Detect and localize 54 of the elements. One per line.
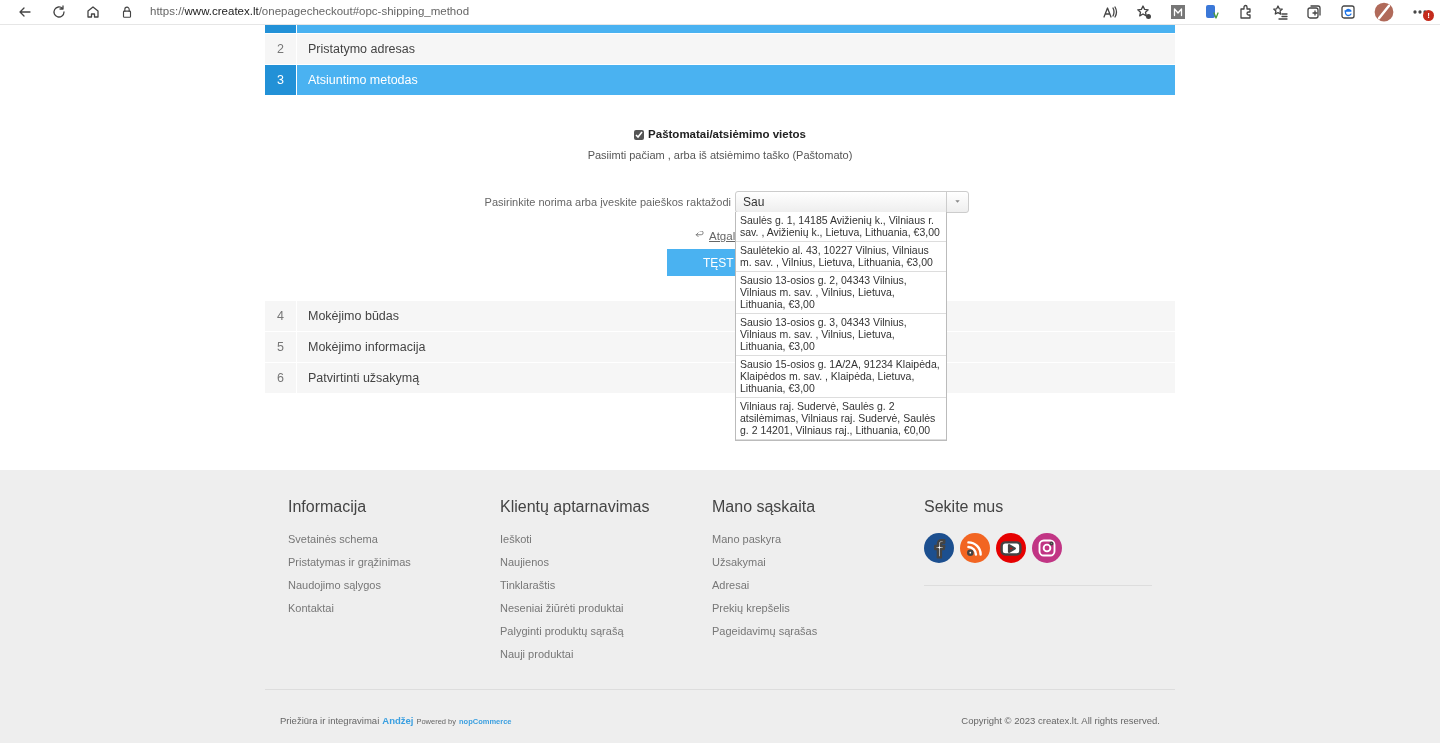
copyright-text: Copyright © 2023 createx.lt. All rights reserved. — [961, 714, 1160, 728]
footer-link[interactable]: Ieškoti — [500, 533, 532, 546]
column-heading: Sekite mus — [924, 497, 1005, 517]
dropdown-caret-icon — [954, 198, 961, 206]
notification-badge: ! — [1423, 10, 1434, 21]
column-heading: Mano sąskaita — [712, 497, 817, 517]
checkout-step[interactable] — [265, 25, 1175, 34]
footer-link[interactable]: Naudojimo sąlygos — [288, 579, 381, 592]
checkout-step[interactable]: 2 Pristatymo adresas — [265, 34, 1175, 65]
back-link[interactable]: Atgal — [695, 227, 736, 245]
favorite-star-icon[interactable] — [1136, 4, 1152, 20]
footer-link[interactable]: Naujienos — [500, 556, 549, 569]
home-icon[interactable] — [85, 4, 101, 20]
dropdown-option[interactable]: Sausio 13-osios g. 2, 04343 Vilnius, Vilniaus m. sav. , Vilnius, Lietuva, Lithuania, €3,00 — [736, 271, 946, 314]
m-square-icon[interactable] — [1170, 4, 1186, 20]
author-link[interactable]: Andžej — [382, 714, 414, 729]
ie-mode-icon[interactable] — [1340, 4, 1356, 20]
collections-icon[interactable] — [1306, 4, 1322, 20]
maintenance-text: Priežiūra ir integravimai — [280, 714, 380, 728]
footer-link[interactable]: Užsakymai — [712, 556, 766, 569]
dropdown-option[interactable]: Sausio 13-osios g. 3, 04343 Vilnius, Vilniaus m. sav. , Vilnius, Lietuva, Lithuania, €3,00 — [736, 313, 946, 356]
column-heading: Informacija — [288, 497, 368, 517]
footer-link[interactable]: Adresai — [712, 579, 750, 592]
lock-icon — [120, 5, 134, 19]
field-label: Pasirinkite norima arba įveskite paieškos raktažodi — [483, 194, 731, 210]
rss-icon[interactable] — [960, 533, 990, 563]
dropdown-option[interactable]: Saulėtekio al. 43, 10227 Vilnius, Vilniaus m. sav. , Vilnius, Lietuva, Lithuania, €3,00 — [736, 241, 946, 272]
instagram-icon[interactable] — [1032, 533, 1062, 563]
dropdown-option[interactable]: Saulės g. 1, 14185 Avižienių k., Vilniaus r. sav. , Avižienių k., Lietuva, Lithuania, €3,00 — [736, 211, 946, 242]
read-aloud-icon[interactable] — [1102, 4, 1118, 20]
footer-link[interactable]: Nauji produktai — [500, 648, 574, 661]
favorites-list-icon[interactable] — [1272, 4, 1288, 20]
facebook-icon[interactable] — [924, 533, 954, 563]
option-description: Pasiimti pačiam , arba iš atsiėmimo taško (Paštomato) — [587, 149, 853, 162]
extensions-icon[interactable] — [1238, 4, 1254, 20]
option-label: Paštomatai/atsiėmimo vietos — [648, 127, 806, 142]
profile-avatar-icon[interactable] — [1374, 2, 1394, 22]
checkbox[interactable] — [634, 129, 645, 140]
checkout-step[interactable]: 3 Atsiuntimo metodas — [265, 65, 1175, 96]
column-heading: Klientų aptarnavimas — [500, 497, 651, 517]
dropdown-option[interactable]: Sausio 15-osios g. 1A/2A, 91234 Klaipėda, Klaipėdos m. sav. , Klaipėda, Lietuva, Lithuania, €3,00 — [736, 355, 946, 398]
footer-link[interactable]: Mano paskyra — [712, 533, 782, 546]
footer-link[interactable]: Prekių krepšelis — [712, 602, 790, 615]
footer-link[interactable]: Tinklaraštis — [500, 579, 556, 592]
footer-link[interactable]: Palyginti produktų sąrašą — [500, 625, 624, 638]
footer-link[interactable]: Svetainės schema — [288, 533, 378, 546]
footer-link[interactable]: Neseniai žiūrėti produktai — [500, 602, 624, 615]
refresh-icon[interactable] — [51, 4, 67, 20]
footer-link[interactable]: Pageidavimų sąrašas — [712, 625, 818, 638]
youtube-icon[interactable] — [996, 533, 1026, 563]
address-bar-url[interactable]: https://www.createx.lt/onepagecheckout#opc-shipping_method — [150, 3, 470, 21]
dropdown-option[interactable]: Vilniaus raj. Sudervė, Saulės g. 2 atsilėmimas, Vilniaus raj. Sudervė, Saulės g. 2 14201, Vilniaus raj., Lithuania, €0,00 — [736, 397, 946, 440]
footer-link[interactable]: Pristatymas ir grąžinimas — [288, 556, 411, 569]
footer-link[interactable]: Kontaktai — [288, 602, 334, 615]
